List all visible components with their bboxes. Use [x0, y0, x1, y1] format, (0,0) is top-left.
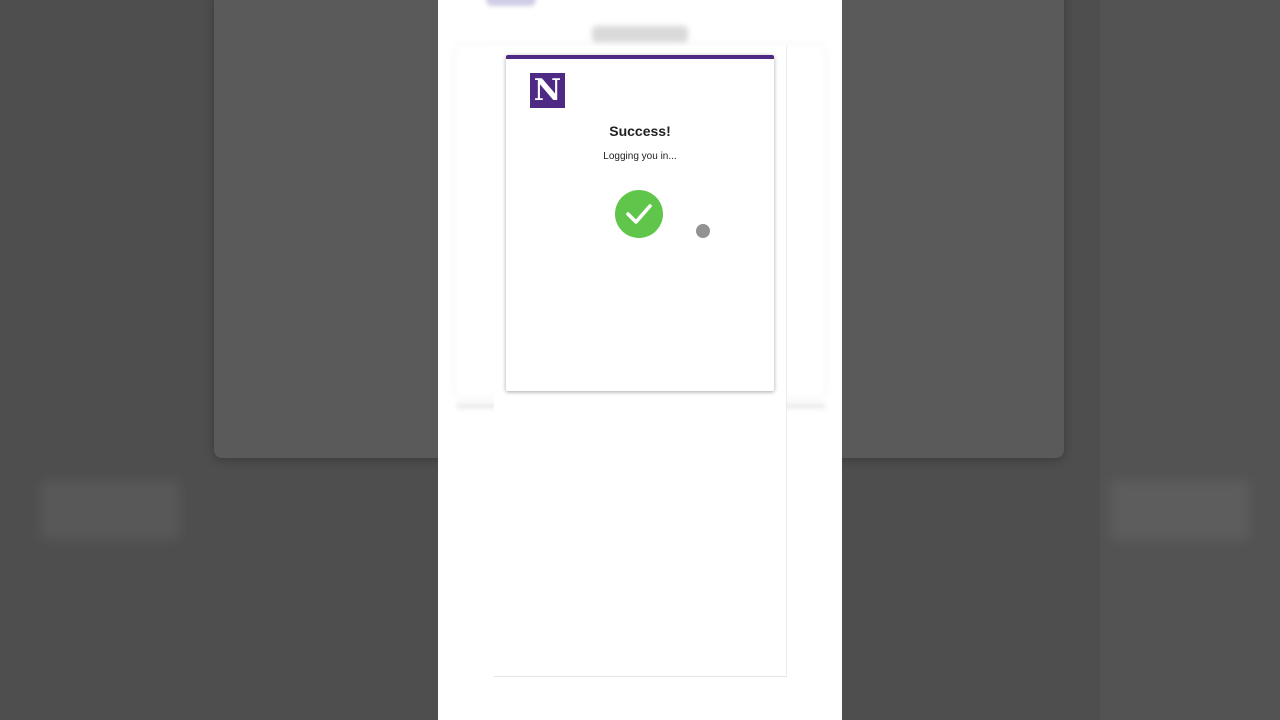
success-check-icon — [615, 190, 663, 238]
background-right-panel — [1100, 0, 1280, 720]
mouse-cursor-icon — [696, 224, 710, 238]
screen: N Success! Logging you in... — [0, 0, 1280, 720]
success-modal: N Success! Logging you in... — [506, 55, 774, 391]
checkmark-icon — [626, 204, 652, 224]
background-nav-pill — [486, 0, 536, 6]
background-blur-block — [40, 480, 180, 540]
background-page-title — [592, 26, 688, 42]
northwestern-logo: N — [530, 73, 565, 108]
success-title: Success! — [609, 123, 671, 139]
status-message: Logging you in... — [603, 151, 677, 162]
background-blur-block — [1110, 480, 1250, 540]
logo-letter: N — [533, 73, 562, 108]
